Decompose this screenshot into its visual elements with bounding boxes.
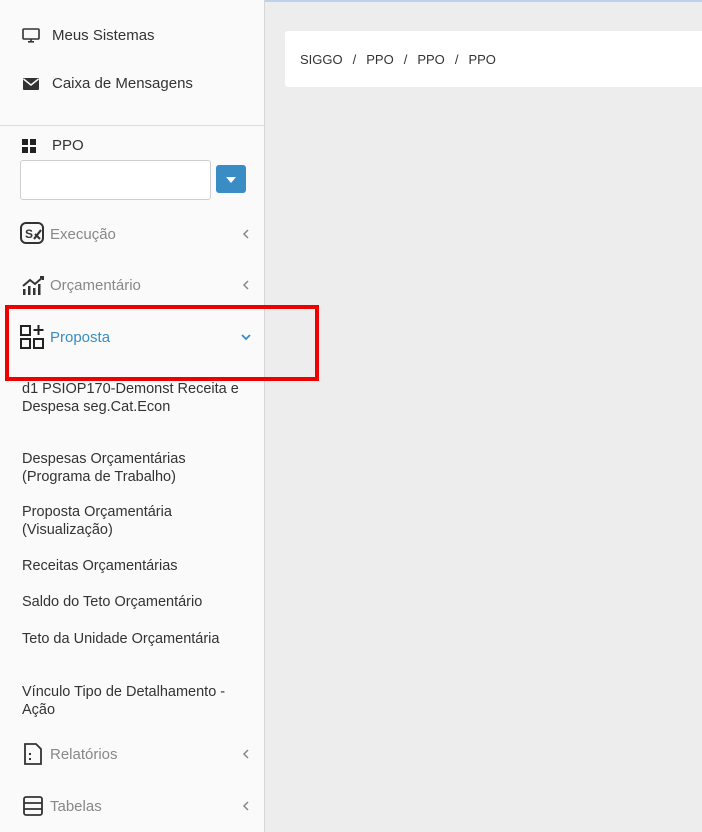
envelope-icon bbox=[22, 76, 40, 92]
module-select-input[interactable] bbox=[20, 160, 211, 200]
menu-tabelas[interactable]: Tabelas bbox=[20, 791, 252, 821]
execution-icon: S bbox=[20, 221, 46, 247]
caixa-mensagens-label: Caixa de Mensagens bbox=[52, 75, 193, 92]
svg-text:S: S bbox=[25, 227, 33, 241]
proposta-item-teto-unidade[interactable]: Teto da Unidade Orçamentária bbox=[22, 630, 252, 648]
breadcrumb-separator: / bbox=[403, 51, 408, 67]
monitor-icon bbox=[22, 27, 40, 44]
breadcrumb: SIGGO / PPO / PPO / PPO bbox=[285, 31, 702, 87]
chevron-left-icon bbox=[240, 279, 252, 291]
module-dropdown-button[interactable] bbox=[216, 165, 246, 193]
chevron-left-icon bbox=[240, 228, 252, 240]
meus-sistemas-link[interactable]: Meus Sistemas bbox=[22, 27, 155, 44]
breadcrumb-item: PPO bbox=[468, 51, 496, 67]
breadcrumb-separator: / bbox=[454, 51, 459, 67]
menu-execucao-label: Execução bbox=[50, 225, 116, 243]
breadcrumb-item[interactable]: PPO bbox=[366, 52, 393, 67]
grid-icon bbox=[22, 138, 36, 153]
menu-orcamentario[interactable]: Orçamentário bbox=[20, 270, 252, 300]
proposta-item-receitas[interactable]: Receitas Orçamentárias bbox=[22, 557, 252, 575]
main-content: SIGGO / PPO / PPO / PPO bbox=[265, 0, 702, 832]
menu-relatorios-label: Relatórios bbox=[50, 745, 118, 763]
menu-orcamentario-label: Orçamentário bbox=[50, 276, 141, 294]
chevron-left-icon bbox=[240, 748, 252, 760]
sidebar: Meus Sistemas Caixa de Mensagens PPO S E… bbox=[0, 0, 265, 832]
meus-sistemas-label: Meus Sistemas bbox=[52, 27, 155, 44]
proposta-item-despesas[interactable]: Despesas Orçamentárias (Programa de Trab… bbox=[22, 450, 252, 486]
breadcrumb-separator: / bbox=[352, 51, 357, 67]
caixa-mensagens-link[interactable]: Caixa de Mensagens bbox=[22, 75, 193, 92]
menu-relatorios[interactable]: Relatórios bbox=[20, 739, 252, 769]
module-label: PPO bbox=[22, 137, 84, 154]
caret-down-icon bbox=[226, 170, 236, 188]
breadcrumb-item[interactable]: PPO bbox=[417, 52, 444, 67]
chart-icon bbox=[20, 272, 46, 298]
chevron-left-icon bbox=[240, 800, 252, 812]
menu-tabelas-label: Tabelas bbox=[50, 797, 102, 815]
highlight-annotation bbox=[5, 305, 319, 381]
proposta-item-vinculo[interactable]: Vínculo Tipo de Detalhamento - Ação bbox=[22, 683, 252, 719]
report-icon bbox=[20, 741, 46, 767]
menu-execucao[interactable]: S Execução bbox=[20, 219, 252, 249]
proposta-item-saldo-teto[interactable]: Saldo do Teto Orçamentário bbox=[22, 593, 252, 611]
module-name: PPO bbox=[52, 137, 84, 154]
proposta-item-proposta-visualizacao[interactable]: Proposta Orçamentária (Visualização) bbox=[22, 503, 252, 539]
proposta-item-psiop170[interactable]: d1 PSIOP170-Demonst Receita e Despesa se… bbox=[22, 380, 252, 416]
breadcrumb-item[interactable]: SIGGO bbox=[300, 52, 343, 67]
table-icon bbox=[20, 793, 46, 819]
sidebar-divider bbox=[0, 125, 265, 126]
